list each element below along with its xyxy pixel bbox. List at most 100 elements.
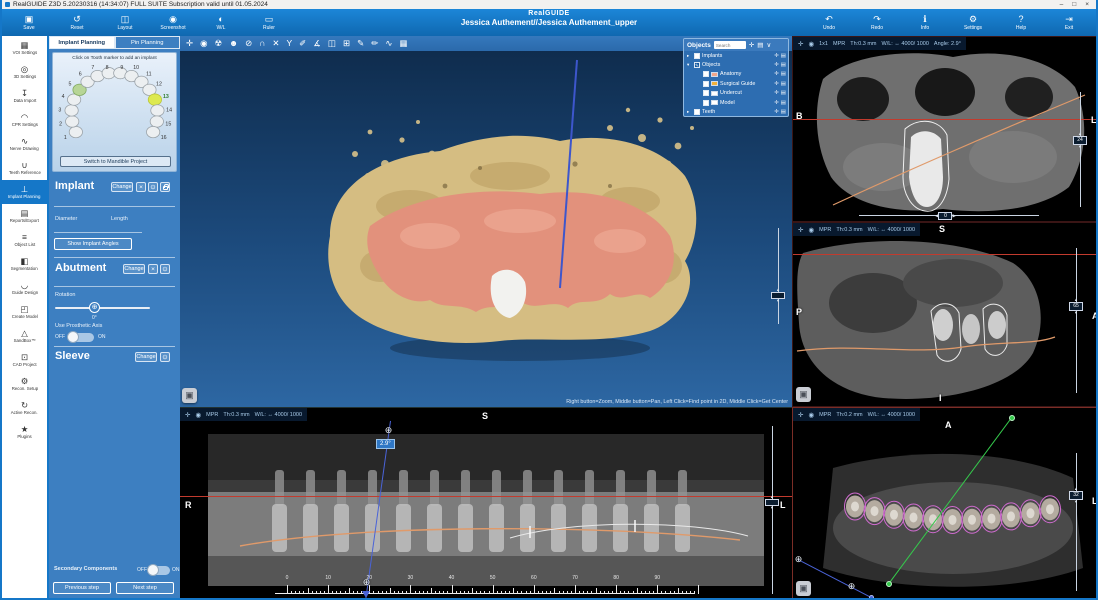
grid-tool-icon[interactable]: ▦ (399, 36, 407, 51)
layout-icon[interactable]: ▤ (781, 109, 786, 115)
view-panoramic[interactable]: ✛◉MPRTh:0.3 mmW/L: ↔ 4000/ 1000 ⊕ 2.9° ⊕… (180, 407, 792, 600)
sagittal-slider-track[interactable] (1076, 248, 1077, 393)
move-icon[interactable]: ✛ (798, 40, 803, 48)
sidebar-item-implant-planning[interactable]: ⊥Implant Planning (2, 180, 47, 204)
sidebar-item-sandbox[interactable]: △SandBox™ (2, 324, 47, 348)
toolbar-layout-button[interactable]: ◫Layout (108, 14, 142, 32)
toolbar-ruler-button[interactable]: ▭Ruler (252, 14, 286, 32)
maximize-button[interactable]: □ (1072, 1, 1076, 8)
move-icon[interactable]: ✛ (798, 411, 803, 419)
cross-slider-track[interactable] (1080, 92, 1081, 207)
tooth-marker-14[interactable] (151, 105, 164, 116)
tab-implant-planning[interactable]: Implant Planning (49, 36, 115, 49)
implant-delete-icon[interactable]: × (136, 182, 146, 192)
checkbox[interactable]: ✎ (694, 62, 700, 68)
tooth-marker-2[interactable] (66, 116, 79, 127)
sleeve-visibility-icon[interactable]: ⊙ (160, 352, 170, 362)
chevron-down-icon[interactable]: ∨ (766, 41, 771, 49)
pano-slider-handle[interactable]: ▲▼ (765, 495, 779, 510)
show-implant-angles-button[interactable]: Show Implant Angles (54, 238, 132, 250)
sidebar-item-segmentation[interactable]: ◧Segmentation (2, 252, 47, 276)
view-cross-section[interactable]: ✛◉1x1MPRTh:0.3 mmW/L: ↔ 4000/ 1000Angle:… (792, 36, 1098, 222)
camera-icon[interactable]: ◉ (195, 411, 201, 419)
tooth-marker-15[interactable] (150, 116, 163, 127)
angle-tool-icon[interactable]: ∡ (313, 36, 321, 51)
density-tool-icon[interactable]: ☢ (215, 36, 223, 51)
layout-icon[interactable]: ▤ (757, 41, 763, 49)
sidebar-item-plugins[interactable]: ★Plugins (2, 420, 47, 444)
reset-view-icon[interactable]: ▣ (182, 388, 197, 403)
axis-handle[interactable]: ⊕ (847, 582, 856, 591)
axial-slider-handle[interactable]: ▲32▼ (1069, 487, 1083, 504)
sidebar-item-data-import[interactable]: ↧Data Import (2, 84, 47, 108)
rotation-slider-knob[interactable]: ⊕ (89, 302, 100, 313)
objects-row-undercut[interactable]: Undercut✛▤ (684, 89, 788, 98)
axis-handle-bottom[interactable]: ⊕ (362, 578, 371, 587)
layout-icon[interactable]: ▤ (781, 71, 786, 77)
objects-row-anatomy[interactable]: Anatomy✛▤ (684, 70, 788, 79)
move-icon[interactable]: ✛ (774, 62, 779, 68)
layout-icon[interactable]: ▤ (781, 62, 786, 68)
objects-row-objects[interactable]: ▾✎Objects✛▤ (684, 60, 788, 69)
axis-handle[interactable]: ⊕ (794, 555, 803, 564)
sidebar-item-voi-settings[interactable]: ▦VOI Settings (2, 36, 47, 60)
implant-lock-icon[interactable] (160, 182, 170, 192)
toolbar-w-l-button[interactable]: ◐W/L (204, 14, 238, 32)
axial-slider-track[interactable] (1076, 453, 1077, 591)
objects-search-input[interactable] (714, 41, 746, 49)
sidebar-item-create-model[interactable]: ◰Create Model (2, 300, 47, 324)
move-icon[interactable]: ✛ (749, 41, 754, 49)
objects-row-model[interactable]: Model✛▤ (684, 98, 788, 107)
toolbar-screenshot-button[interactable]: ◉Screenshot (156, 14, 190, 32)
checkbox[interactable] (694, 53, 700, 59)
sidebar-item-nerve-drawing[interactable]: ∿Nerve Drawing (2, 132, 47, 156)
cross-hslider-handle[interactable]: ◀0▶ (935, 211, 956, 220)
move-icon[interactable]: ✛ (774, 100, 779, 106)
camera-icon[interactable]: ◉ (808, 40, 814, 48)
view3d-slider-handle[interactable]: ▲ ▼ (771, 288, 785, 303)
toolbar-settings-button[interactable]: ⚙Settings (956, 14, 990, 32)
tooth-marker-1[interactable] (69, 126, 82, 137)
view-axial[interactable]: ✛◉MPRTh:0.2 mmW/L: ↔ 4000/ 1000 ⊕ ⊕ A L … (792, 407, 1098, 600)
previous-step-button[interactable]: Previous step (53, 582, 111, 594)
toolbar-undo-button[interactable]: ↶Undo (812, 14, 846, 32)
cross-slider-handle[interactable]: ▲24▼ (1073, 132, 1087, 149)
layout-icon[interactable]: ▤ (781, 90, 786, 96)
sidebar-item-cad-project[interactable]: ⊡CAD Project (2, 348, 47, 372)
abutment-change-button[interactable]: Change (123, 264, 145, 274)
checkbox[interactable] (703, 71, 709, 77)
view3d-slider-track[interactable] (778, 228, 779, 324)
implant-change-button[interactable]: Change (111, 182, 133, 192)
sidebar-item-cpr-settings[interactable]: ◠CPR Settings (2, 108, 47, 132)
sidebar-item-object-list[interactable]: ≡Object List (2, 228, 47, 252)
expand-icon[interactable]: ▸ (687, 109, 692, 115)
implant-tool-icon[interactable]: Y (286, 36, 292, 51)
sidebar-item-3d-settings[interactable]: ◎3D Settings (2, 60, 47, 84)
tooth-marker-3[interactable] (65, 105, 78, 116)
move-icon[interactable]: ✛ (774, 81, 779, 87)
cross-reference-line[interactable] (793, 254, 1098, 255)
expand-icon[interactable]: ▸ (687, 53, 692, 59)
cross-reference-line[interactable] (180, 496, 792, 497)
tooth-marker-13[interactable] (148, 94, 161, 105)
toolbar-info-button[interactable]: ℹInfo (908, 14, 942, 32)
spline-tool-icon[interactable]: ∿ (385, 36, 392, 51)
sidebar-item-recon-setup[interactable]: ⚙Recon. Setup (2, 372, 47, 396)
reset-view-icon[interactable]: ▣ (796, 387, 811, 402)
close-button[interactable]: × (1085, 1, 1089, 8)
abutment-delete-icon[interactable]: × (148, 264, 158, 274)
objects-row-surgical-guide[interactable]: Surgical Guide✛▤ (684, 79, 788, 88)
objects-row-implants[interactable]: ▸Implants✛▤ (684, 51, 788, 60)
next-step-button[interactable]: Next step (116, 582, 174, 594)
green-handle-bottom[interactable] (886, 581, 892, 587)
move-icon[interactable]: ✛ (798, 226, 803, 234)
checkbox[interactable] (703, 81, 709, 87)
screenshot-tool-icon[interactable]: ◉ (200, 36, 207, 51)
move-icon[interactable]: ✛ (185, 411, 190, 419)
viewport-3d[interactable]: ✛◉☢☻⊘∩✕Y✐∡◫⊞✎✏∿▦ Objects ✛ ▤ ∨ ▸Implants… (180, 36, 792, 407)
switch-mandible-button[interactable]: Switch to Mandible Project (60, 156, 171, 167)
tooth-tool-icon[interactable]: ∩ (259, 36, 265, 51)
minimize-button[interactable]: – (1060, 1, 1064, 8)
checkbox[interactable] (694, 109, 700, 115)
layout-icon[interactable]: ▤ (781, 53, 786, 59)
